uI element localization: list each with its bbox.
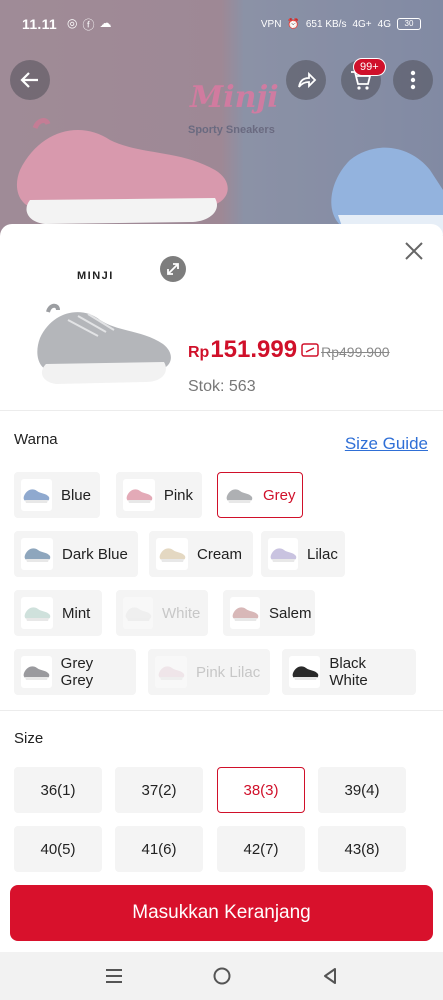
- color-thumbnail: [289, 656, 321, 688]
- color-thumbnail: [21, 656, 52, 688]
- color-thumbnail: [21, 479, 52, 511]
- brand-logo: Minji: [190, 80, 279, 115]
- facebook-icon: ⓕ: [82, 17, 95, 32]
- color-option-lilac[interactable]: Lilac: [261, 531, 345, 577]
- brand-tagline: Sporty Sneakers: [188, 124, 275, 136]
- expand-image-button[interactable]: [160, 256, 186, 282]
- color-option-label: Black White: [329, 655, 368, 689]
- color-thumbnail: [21, 538, 53, 570]
- share-icon: [298, 71, 317, 89]
- color-option-label: Dark Blue: [62, 545, 128, 563]
- network-2: 4G: [377, 18, 391, 30]
- battery-level: 30: [404, 19, 414, 28]
- color-option-grey-grey[interactable]: Grey Grey: [14, 649, 136, 695]
- share-button[interactable]: [286, 60, 326, 100]
- size-option[interactable]: 40(5): [14, 826, 102, 872]
- color-option-label: Salem: [269, 604, 312, 622]
- color-thumbnail: [268, 538, 298, 570]
- color-option-label: Lilac: [307, 545, 338, 563]
- color-option-label: Blue: [60, 486, 91, 504]
- speed-indicator: 651 KB/s: [305, 18, 347, 30]
- color-option-salem[interactable]: Salem: [223, 590, 315, 636]
- product-page-background: Minji Sporty Sneakers 11.11 ◎ ⓕ ☁ VPN ⏰ …: [0, 0, 443, 240]
- back-nav-icon[interactable]: [321, 966, 339, 986]
- home-icon[interactable]: [212, 966, 232, 986]
- whatsapp-icon: ◎: [67, 15, 78, 30]
- size-option[interactable]: 39(4): [318, 767, 406, 813]
- close-button[interactable]: [401, 238, 427, 264]
- color-option-blue[interactable]: Blue: [14, 472, 100, 518]
- color-option-label: White: [162, 604, 201, 622]
- variant-bottom-sheet: MINJI Rp 151.999 Rp499.900 Stok: 563 War…: [0, 224, 443, 952]
- size-option[interactable]: 37(2): [115, 767, 203, 813]
- color-option-black-white[interactable]: Black White: [282, 649, 416, 695]
- color-thumbnail: [155, 656, 187, 688]
- original-price: Rp499.900: [321, 344, 390, 360]
- status-bar: 11.11 ◎ ⓕ ☁ VPN ⏰ 651 KB/s 4G+ 4G 30: [0, 0, 443, 48]
- size-option[interactable]: 36(1): [14, 767, 102, 813]
- color-option-label: Pink Lilac: [196, 663, 261, 681]
- size-option[interactable]: 42(7): [217, 826, 305, 872]
- color-section-label: Warna: [14, 431, 58, 448]
- color-thumbnail: [21, 597, 53, 629]
- recent-apps-icon[interactable]: [104, 967, 124, 985]
- color-option-pink-lilac[interactable]: Pink Lilac: [148, 649, 270, 695]
- stock-label: Stok: 563: [188, 378, 256, 395]
- battery-icon: 30: [397, 18, 421, 30]
- cloud-icon: ☁: [99, 15, 112, 30]
- status-right: VPN ⏰ 651 KB/s 4G+ 4G 30: [261, 18, 421, 30]
- color-thumbnail: [230, 597, 260, 629]
- more-vertical-icon: [410, 70, 416, 90]
- color-thumbnail: [156, 538, 188, 570]
- product-image-card[interactable]: MINJI: [14, 238, 186, 408]
- system-nav-bar: [0, 952, 443, 1000]
- cart-count-badge: 99+: [353, 58, 386, 76]
- divider: [0, 710, 443, 711]
- price-currency: Rp: [188, 344, 210, 361]
- grey-sneaker-image: [37, 303, 171, 384]
- expand-icon: [167, 263, 179, 275]
- arrow-left-icon: [20, 72, 38, 88]
- size-option[interactable]: 38(3): [217, 767, 305, 813]
- color-option-mint[interactable]: Mint: [14, 590, 102, 636]
- network-1: 4G+: [352, 18, 372, 30]
- color-thumbnail: [123, 597, 153, 629]
- color-option-cream[interactable]: Cream: [149, 531, 253, 577]
- discount-tag-icon: [301, 343, 319, 357]
- color-option-label: Grey Grey: [60, 655, 94, 689]
- color-option-label: Cream: [197, 545, 243, 563]
- size-option[interactable]: 41(6): [115, 826, 203, 872]
- more-options-button[interactable]: [393, 60, 433, 100]
- notification-icons: ◎ ⓕ ☁: [67, 16, 112, 33]
- size-guide-link[interactable]: Size Guide: [345, 434, 428, 454]
- back-button[interactable]: [10, 60, 50, 100]
- color-thumbnail: [224, 479, 254, 511]
- divider: [0, 410, 443, 411]
- color-option-label: Pink: [163, 486, 193, 504]
- size-section-label: Size: [14, 730, 44, 747]
- color-thumbnail: [123, 479, 155, 511]
- add-to-cart-button[interactable]: Masukkan Keranjang: [10, 885, 433, 941]
- price-value: 151.999: [210, 336, 298, 363]
- color-option-pink[interactable]: Pink: [116, 472, 202, 518]
- color-option-label: Mint: [62, 604, 91, 622]
- status-time: 11.11: [22, 16, 57, 32]
- alarm-icon: ⏰: [287, 18, 300, 30]
- color-option-white[interactable]: White: [116, 590, 208, 636]
- close-icon: [405, 242, 423, 260]
- color-option-dark-blue[interactable]: Dark Blue: [14, 531, 138, 577]
- color-option-label: Grey: [263, 486, 296, 504]
- product-brand-label: MINJI: [77, 270, 114, 282]
- vpn-indicator: VPN: [260, 18, 282, 30]
- color-option-grey[interactable]: Grey: [217, 472, 303, 518]
- size-option[interactable]: 43(8): [318, 826, 406, 872]
- price-row: Rp 151.999 Rp499.900: [188, 336, 390, 364]
